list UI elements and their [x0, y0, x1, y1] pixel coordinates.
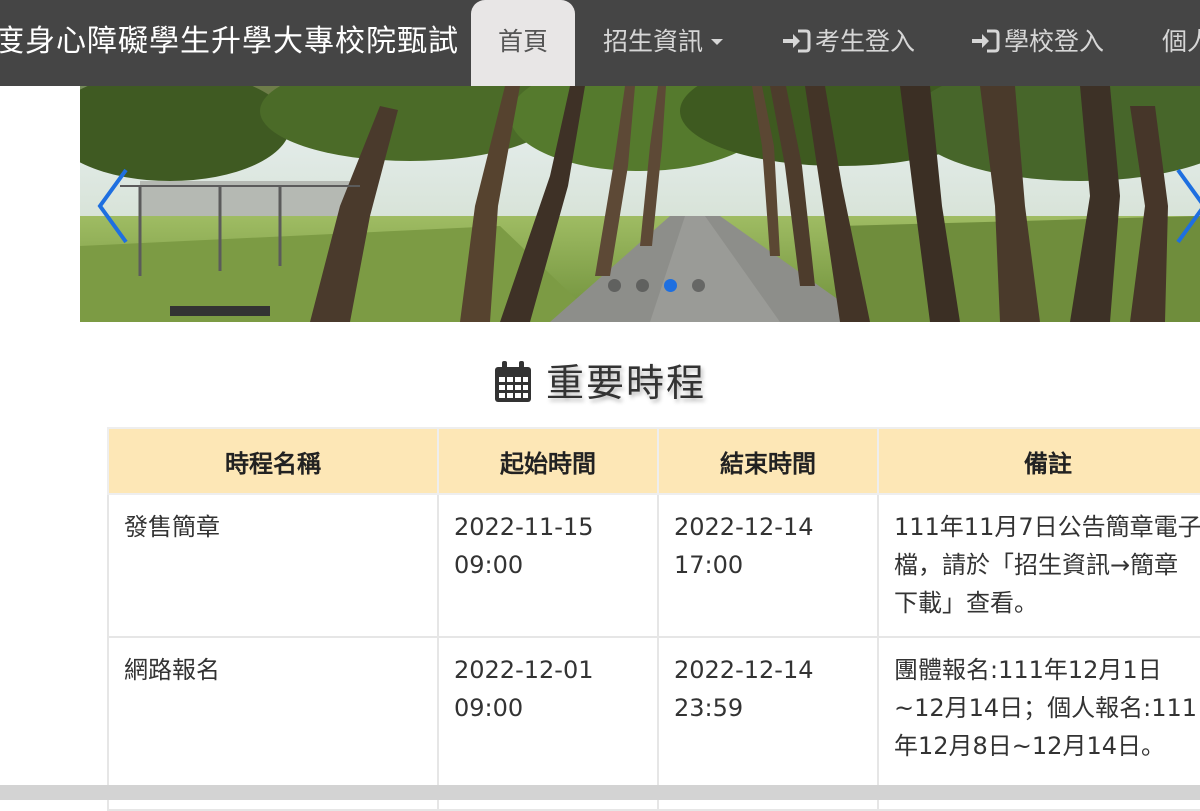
cell-end: 2022-12-14 17:00 [657, 493, 879, 638]
cell-name: 發售簡章 [107, 493, 439, 638]
nav-home-label: 首頁 [497, 27, 548, 56]
schedule-table: 時程名稱 起始時間 結束時間 備註 發售簡章 2022-11-15 09:00 … [107, 427, 1200, 811]
nav-personal-label: 個人 [1162, 27, 1200, 56]
nav-home[interactable]: 首頁 [471, 0, 575, 86]
carousel-dot-3[interactable] [664, 279, 677, 292]
table-row: 發售簡章 2022-11-15 09:00 2022-12-14 17:00 1… [107, 493, 1200, 638]
carousel-dot-2[interactable] [636, 279, 649, 292]
caret-down-icon [711, 39, 724, 45]
nav-admissions-dropdown[interactable]: 招生資訊 [603, 0, 724, 86]
nav-school-login-label: 學校登入 [1004, 27, 1105, 56]
carousel-dot-1[interactable] [608, 279, 621, 292]
sign-in-icon [783, 29, 811, 53]
column-header-end: 結束時間 [657, 427, 879, 495]
carousel-dot-4[interactable] [692, 279, 705, 292]
nav-student-login[interactable]: 考生登入 [781, 0, 915, 86]
column-header-note: 備註 [877, 427, 1200, 495]
table-header-row: 時程名稱 起始時間 結束時間 備註 [107, 427, 1200, 495]
cell-start: 2022-11-15 09:00 [437, 493, 659, 638]
image-carousel [80, 86, 1200, 322]
top-navbar: 度身心障礙學生升學大專校院甄試 首頁 招生資訊 考生登入 學校登入 個人 [0, 0, 1200, 86]
chevron-right-icon [1176, 168, 1200, 244]
nav-school-login[interactable]: 學校登入 [970, 0, 1104, 86]
carousel-prev-button[interactable] [94, 166, 134, 246]
horizontal-scrollbar[interactable] [0, 785, 1200, 800]
nav-student-login-label: 考生登入 [815, 27, 916, 56]
chevron-left-icon [97, 168, 128, 244]
cell-note: 111年11月7日公告簡章電子檔，請於「招生資訊→簡章下載」查看。 [877, 493, 1200, 638]
column-header-name: 時程名稱 [107, 427, 439, 495]
nav-personal[interactable]: 個人 [1162, 0, 1200, 86]
column-header-start: 起始時間 [437, 427, 659, 495]
nav-admissions-label: 招生資訊 [603, 27, 704, 56]
site-title[interactable]: 度身心障礙學生升學大專校院甄試 [0, 0, 459, 86]
schedule-heading: 重要時程 [0, 352, 1200, 407]
sign-in-icon [972, 29, 1000, 53]
carousel-next-button[interactable] [1170, 166, 1200, 246]
schedule-heading-text: 重要時程 [545, 361, 706, 405]
calendar-icon [494, 360, 531, 402]
